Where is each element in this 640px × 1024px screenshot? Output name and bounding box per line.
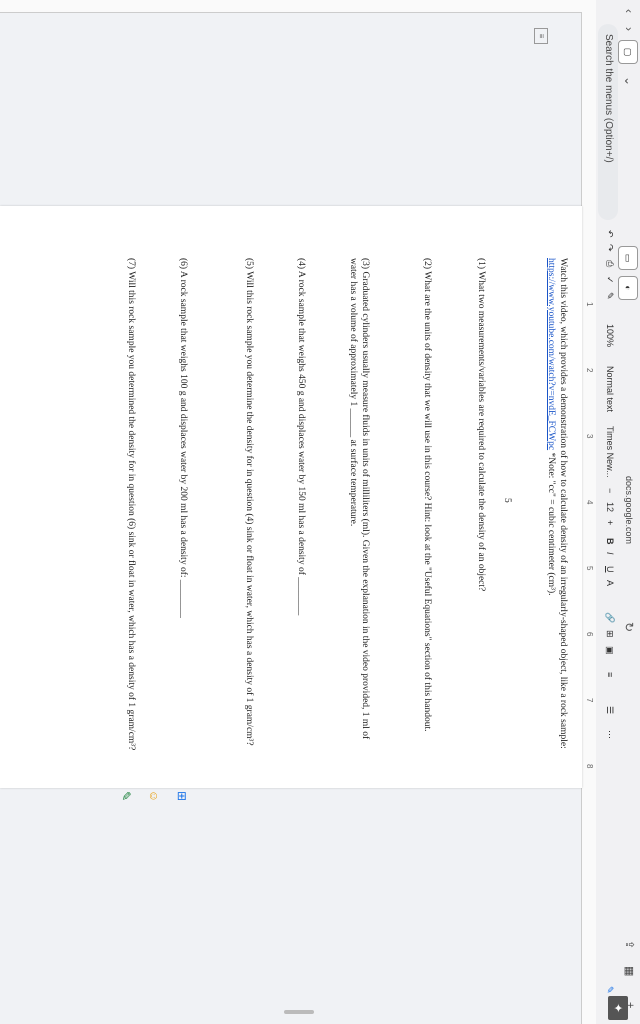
suggest-edit-icon[interactable]: ✎ xyxy=(118,788,134,804)
menu-search-input[interactable]: Search the menus (Option+/) xyxy=(598,24,618,220)
text-color-button[interactable]: A xyxy=(605,580,615,586)
tabs-icon[interactable]: ▦ xyxy=(623,966,636,976)
share-icon[interactable]: ⇪ xyxy=(623,940,636,949)
ruler-mark: 1 xyxy=(585,302,594,307)
question-2: (2) What are the units of density that w… xyxy=(422,258,432,732)
line-spacing-icon[interactable]: ☰ xyxy=(604,706,615,714)
question-6: (6) A rock sample that weighs 100 g and … xyxy=(178,258,188,618)
spellcheck-icon[interactable]: ✓ xyxy=(604,276,615,284)
reload-icon[interactable]: ↻ xyxy=(622,622,636,632)
font-size-decrease[interactable]: − xyxy=(605,488,615,493)
ruler-mark: 5 xyxy=(585,566,594,571)
horizontal-ruler: 1 2 3 4 5 6 7 8 xyxy=(581,0,596,1024)
bold-button[interactable]: B xyxy=(605,538,615,545)
underline-button[interactable]: U xyxy=(605,566,615,573)
more-icon[interactable]: ⋯ xyxy=(604,730,615,739)
back-icon[interactable]: ‹ xyxy=(622,4,636,18)
add-comment-icon[interactable]: ⊞ xyxy=(174,788,190,804)
redo-icon[interactable]: ↷ xyxy=(604,244,615,252)
intro-text: Watch this video, which provides a demon… xyxy=(558,258,568,749)
vertical-ruler xyxy=(0,0,582,13)
link-icon[interactable]: 🔗 xyxy=(604,612,615,623)
ruler-mark: 4 xyxy=(585,500,594,505)
font-select[interactable]: Times New... xyxy=(605,426,615,478)
undo-icon[interactable]: ↶ xyxy=(604,230,615,238)
ruler-mark: 2 xyxy=(585,368,594,373)
style-select[interactable]: Normal text xyxy=(605,366,615,412)
intro-note: *Note: "cc" = cubic centimeter (cm³). xyxy=(546,450,557,596)
url-bar[interactable]: docs.google.com xyxy=(624,476,634,544)
forward-icon[interactable]: › xyxy=(622,22,636,36)
emoji-icon[interactable]: ☺ xyxy=(146,788,162,804)
font-size-input[interactable]: 12 xyxy=(605,502,615,512)
document-outline-icon[interactable]: ≡ xyxy=(534,28,548,44)
docs-toolbar: ↶ ↷ ⎙ ✓ ✎ 100% Normal text Times New... … xyxy=(596,226,618,1024)
ruler-mark: 6 xyxy=(585,632,594,637)
italic-button[interactable]: I xyxy=(605,552,615,555)
document-page[interactable]: Watch this video, which provides a demon… xyxy=(0,206,582,788)
question-3: (3) Graduated cylinders usually measure … xyxy=(348,258,370,740)
sidebar-toggle-icon[interactable]: ▢ xyxy=(618,40,638,64)
paint-format-icon[interactable]: ✎ xyxy=(604,292,615,300)
editing-mode-icon[interactable]: ✎ xyxy=(604,986,615,994)
image-icon[interactable]: ▣ xyxy=(604,646,615,655)
explore-icon[interactable]: ✦ xyxy=(608,996,628,1020)
font-size-increase[interactable]: + xyxy=(605,520,615,525)
privacy-icon[interactable]: ◐ xyxy=(618,276,638,300)
print-icon[interactable]: ⎙ xyxy=(604,260,615,267)
page-number: 5 xyxy=(502,498,512,503)
browser-toolbar: ‹ › ▢ ⌄ ▭ ◐ docs.google.com ↻ ⇪ ▦ + Sear… xyxy=(595,0,640,1024)
ruler-mark: 3 xyxy=(585,434,594,439)
ruler-mark: 7 xyxy=(585,698,594,703)
scrollbar[interactable] xyxy=(284,1010,314,1014)
question-7: (7) Will this rock sample you determined… xyxy=(126,258,136,751)
ruler-mark: 8 xyxy=(585,764,594,769)
question-5: (5) Will this rock sample you determine … xyxy=(244,258,254,746)
question-4: (4) A rock sample that weighs 450 g and … xyxy=(296,258,306,616)
video-link[interactable]: https://www.youtube.com/watch?v=nvdE_FCW… xyxy=(546,258,556,450)
zoom-select[interactable]: 100% xyxy=(605,324,615,347)
shield-icon[interactable]: ▭ xyxy=(618,246,638,270)
rotated-screen: ‹ › ▢ ⌄ ▭ ◐ docs.google.com ↻ ⇪ ▦ + Sear… xyxy=(0,0,640,1024)
comment-icon[interactable]: ⊞ xyxy=(604,630,615,638)
chevron-down-icon[interactable]: ⌄ xyxy=(622,74,636,88)
align-icon[interactable]: ≡ xyxy=(605,672,615,677)
question-1: (1) What two measurements/variables are … xyxy=(476,258,486,592)
